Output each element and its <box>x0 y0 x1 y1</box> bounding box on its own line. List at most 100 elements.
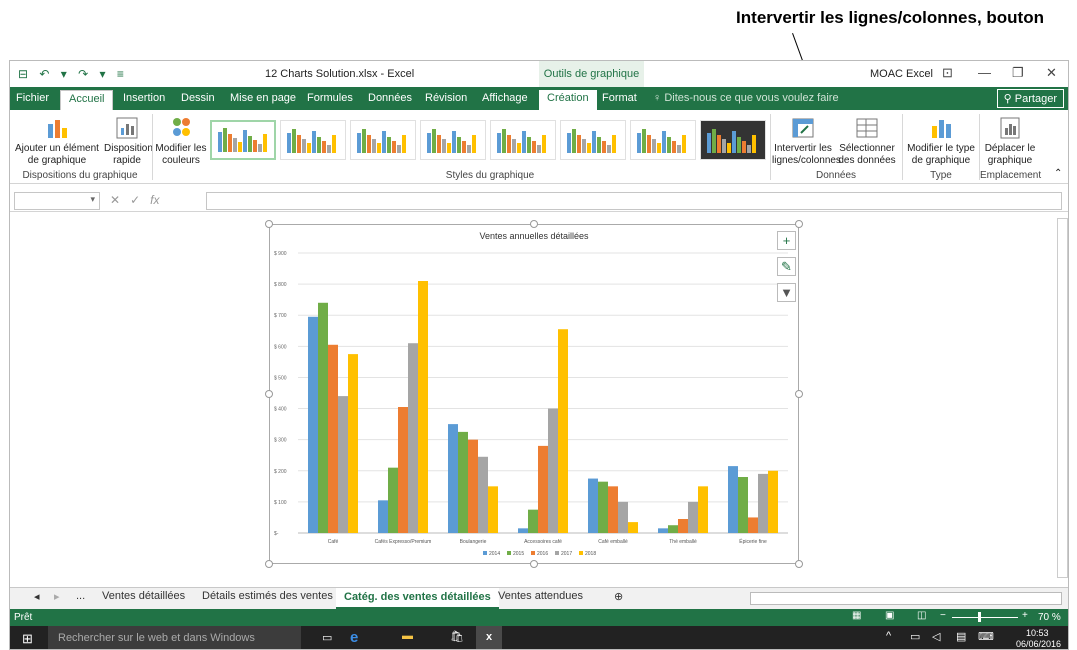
tab-format[interactable]: Format <box>602 92 637 104</box>
minimize-icon[interactable]: — <box>978 65 991 80</box>
keyboard-icon[interactable]: ⌨ <box>978 630 994 643</box>
edge-browser-icon[interactable]: e <box>350 629 358 646</box>
bar-2015 <box>388 467 398 533</box>
thumbnail-bar <box>297 135 301 153</box>
normal-view-icon[interactable]: ▦ <box>852 610 861 621</box>
ribbon-display-icon[interactable]: ⊡ <box>942 65 953 81</box>
more-sheets[interactable]: ... <box>76 590 85 602</box>
chart-elements-button[interactable]: + <box>777 231 796 250</box>
thumbnail-bar <box>223 128 227 152</box>
cancel-icon[interactable]: ✕ <box>110 193 120 207</box>
tab-review[interactable]: Révision <box>425 92 467 104</box>
chart-styles-button[interactable]: ✎ <box>777 257 796 276</box>
tab-view[interactable]: Affichage <box>482 92 528 104</box>
y-tick-label: $ 400 <box>274 407 287 413</box>
sheet-tab[interactable]: Ventes détaillées <box>102 590 185 602</box>
thumbnail-bar <box>457 137 461 153</box>
page-layout-view-icon[interactable]: ▣ <box>885 610 894 621</box>
taskbar-search-input[interactable]: Rechercher sur le web et dans Windows <box>48 626 301 649</box>
zoom-slider[interactable]: − + <box>940 610 1032 623</box>
legend-entry: 2018 <box>585 551 596 557</box>
thumbnail-bar <box>707 133 711 153</box>
resize-handle[interactable] <box>530 220 538 228</box>
tab-draw[interactable]: Dessin <box>181 92 215 104</box>
tab-page-layout[interactable]: Mise en page <box>230 92 296 104</box>
thumbnail-bar <box>332 135 336 153</box>
share-button[interactable]: ⚲ Partager <box>996 89 1064 108</box>
chart-style-thumbnail[interactable] <box>280 120 346 160</box>
restore-icon[interactable]: ❐ <box>1012 65 1024 81</box>
chart-style-thumbnail[interactable] <box>560 120 626 160</box>
sheet-tab-active[interactable]: Catég. des ventes détaillées <box>336 588 499 609</box>
store-icon[interactable]: 🛍 <box>450 630 464 643</box>
add-chart-element-button[interactable]: Ajouter un élément de graphique <box>12 116 102 167</box>
y-tick-label: $ 800 <box>274 282 287 288</box>
formula-input[interactable] <box>206 192 1062 210</box>
horizontal-scrollbar[interactable] <box>750 592 1062 605</box>
next-sheet-icon[interactable]: ▸ <box>54 590 60 603</box>
tab-data[interactable]: Données <box>368 92 412 104</box>
chart-type-icon <box>928 116 954 140</box>
chart-style-thumbnail[interactable] <box>490 120 556 160</box>
chart-style-thumbnail[interactable] <box>630 120 696 160</box>
close-icon[interactable]: ✕ <box>1046 65 1057 81</box>
resize-handle[interactable] <box>795 560 803 568</box>
resize-handle[interactable] <box>530 560 538 568</box>
prev-sheet-icon[interactable]: ◂ <box>34 590 40 603</box>
bar-2018 <box>488 486 498 533</box>
change-chart-type-button[interactable]: Modifier le type de graphique <box>904 116 978 167</box>
notifications-icon[interactable]: ▤ <box>956 630 966 643</box>
volume-icon[interactable]: ◁ <box>932 630 940 643</box>
clock-time[interactable]: 10:53 <box>1026 628 1049 638</box>
group-label-location: Emplacement <box>980 170 1042 181</box>
change-colors-button[interactable]: Modifier les couleurs <box>155 116 207 167</box>
resize-handle[interactable] <box>265 560 273 568</box>
move-chart-button[interactable]: Déplacer le graphique <box>982 116 1038 167</box>
thumbnail-bar <box>397 145 401 153</box>
thumbnail-bar <box>527 137 531 153</box>
resize-handle[interactable] <box>265 220 273 228</box>
chart-style-thumbnail[interactable] <box>210 120 276 160</box>
chart-style-thumbnail[interactable] <box>420 120 486 160</box>
sheet-tab[interactable]: Détails estimés des ventes <box>202 590 333 602</box>
enter-icon[interactable]: ✓ <box>130 193 140 207</box>
thumbnail-bar <box>597 137 601 153</box>
thumbnail-bar <box>612 135 616 153</box>
chart-area[interactable]: Ventes annuelles détaillées $ 900 $ 800 $ … <box>269 224 799 564</box>
chart-filters-button[interactable]: ▼ <box>777 283 796 302</box>
status-text: Prêt <box>14 612 33 623</box>
clock-date[interactable]: 06/06/2016 <box>1016 639 1061 649</box>
file-explorer-icon[interactable]: ▬ <box>402 630 413 642</box>
bar-2017 <box>618 501 628 533</box>
tell-me-input[interactable]: ♀ Dites-nous ce que vous voulez faire <box>653 92 839 104</box>
collapse-ribbon-icon[interactable]: ⌃ <box>1054 168 1062 179</box>
name-box[interactable]: ▾ <box>14 192 100 210</box>
vertical-scrollbar[interactable] <box>1057 218 1068 578</box>
quick-access-toolbar[interactable]: ⊟ ↶ ▾ ↷ ▾ ≡ <box>18 67 128 81</box>
fx-icon[interactable]: fx <box>150 193 159 207</box>
windows-start-icon[interactable]: ⊞ <box>22 631 33 647</box>
page-break-view-icon[interactable]: ◫ <box>917 610 926 621</box>
user-name[interactable]: MOAC Excel <box>870 68 933 80</box>
switch-row-column-button[interactable]: Intervertir les lignes/colonnes <box>772 116 841 167</box>
resize-handle[interactable] <box>795 390 803 398</box>
zoom-level[interactable]: 70 % <box>1038 612 1061 623</box>
resize-handle[interactable] <box>795 220 803 228</box>
y-tick-label: $ 300 <box>274 438 287 444</box>
excel-app-icon[interactable]: x <box>476 626 502 649</box>
add-sheet-icon[interactable]: ⊕ <box>614 590 623 603</box>
tray-chevron-icon[interactable]: ^ <box>886 630 891 642</box>
chart-style-thumbnail[interactable] <box>700 120 766 160</box>
sheet-tab[interactable]: Ventes attendues <box>498 590 583 602</box>
tab-file[interactable]: Fichier <box>16 92 49 104</box>
tab-design[interactable]: Création <box>539 90 597 110</box>
select-data-button[interactable]: Sélectionner des données <box>836 116 898 167</box>
tab-insert[interactable]: Insertion <box>123 92 165 104</box>
task-view-icon[interactable]: ▭ <box>322 631 332 644</box>
quick-layout-button[interactable]: Disposition rapide <box>104 116 153 167</box>
network-icon[interactable]: ▭ <box>910 630 920 643</box>
tab-formulas[interactable]: Formules <box>307 92 353 104</box>
tab-home[interactable]: Accueil <box>60 90 114 110</box>
chart-style-thumbnail[interactable] <box>350 120 416 160</box>
resize-handle[interactable] <box>265 390 273 398</box>
